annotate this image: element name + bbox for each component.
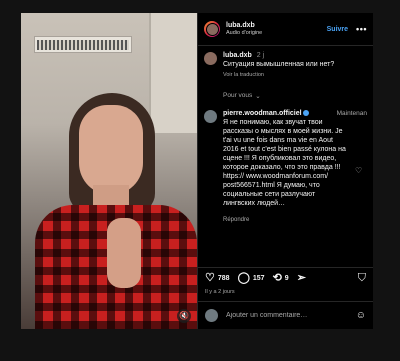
repost-icon: ⟲ (272, 272, 282, 284)
chevron-down-icon: ⌄ (255, 92, 261, 100)
repost-action[interactable]: ⟲ 9 (273, 273, 289, 284)
for-you-filter[interactable]: Pour vous ⌄ (223, 92, 367, 100)
heart-icon: ♡ (205, 272, 215, 284)
send-icon: ➢ (296, 272, 306, 284)
commenter-avatar[interactable] (204, 109, 217, 123)
like-count: 788 (217, 275, 230, 282)
comment-icon: ◯ (237, 272, 250, 284)
follow-button[interactable]: Suivre (327, 26, 348, 33)
viewer-avatar (205, 309, 218, 322)
caption-time: 2 j (256, 52, 265, 59)
commenter-username-wrap[interactable]: pierre.woodman.officiel (223, 110, 315, 118)
send-action[interactable]: ➢ (297, 273, 309, 284)
post-header: luba.dxb Audio d'origine Suivre ••• (198, 13, 373, 46)
author-avatar[interactable] (204, 21, 220, 37)
person-face (79, 105, 143, 195)
post-modal: 🔇 luba.dxb Audio d'origine Suivre ••• lu… (21, 13, 373, 329)
verified-badge-icon (302, 109, 309, 116)
reel-video[interactable]: 🔇 (21, 13, 197, 329)
audio-label[interactable]: Audio d'origine (226, 30, 327, 36)
caption-avatar[interactable] (204, 52, 217, 65)
share-count: 9 (284, 275, 289, 282)
like-action[interactable]: ♡ 788 (205, 273, 230, 284)
comment-time: Maintenan (336, 109, 367, 117)
author-username[interactable]: luba.dxb (226, 22, 327, 29)
for-you-label: Pour vous (223, 92, 253, 100)
muted-speaker-icon[interactable]: 🔇 (177, 309, 191, 323)
more-options-icon[interactable]: ••• (356, 24, 367, 34)
comment-composer: ☺ (198, 301, 373, 329)
air-conditioner (34, 36, 132, 53)
comment-like-heart-icon[interactable]: ♡ (355, 166, 362, 175)
comment-text: Я не понимаю, как звучат твои рассказы о… (223, 119, 346, 207)
comment-action[interactable]: ◯ 157 (238, 273, 265, 284)
comment-input[interactable] (226, 312, 356, 319)
commenter-username[interactable]: pierre.woodman.officiel (223, 110, 302, 117)
comment-item: pierre.woodman.officiel Maintenan Я не п… (204, 109, 367, 223)
comments-section: luba.dxb 2 j Ситуация вымышленная или не… (198, 46, 373, 267)
reply-button[interactable]: Répondre (223, 217, 367, 223)
comment-count: 157 (252, 275, 265, 282)
person-hand (107, 218, 141, 288)
bookmark-icon[interactable]: ⛉ (358, 272, 366, 285)
post-date: Il y a 2 jours (205, 289, 235, 295)
caption-text: Ситуация вымышленная или нет? (223, 61, 335, 68)
caption: luba.dxb 2 j Ситуация вымышленная или не… (204, 52, 367, 78)
post-sidebar: luba.dxb Audio d'origine Suivre ••• luba… (197, 13, 373, 329)
caption-username[interactable]: luba.dxb (223, 52, 252, 59)
see-translation-link[interactable]: Voir la traduction (223, 72, 367, 78)
door-frame (149, 13, 197, 133)
action-bar: ♡ 788 ◯ 157 ⟲ 9 ➢ ⛉ (198, 267, 373, 289)
emoji-icon[interactable]: ☺ (356, 310, 366, 321)
